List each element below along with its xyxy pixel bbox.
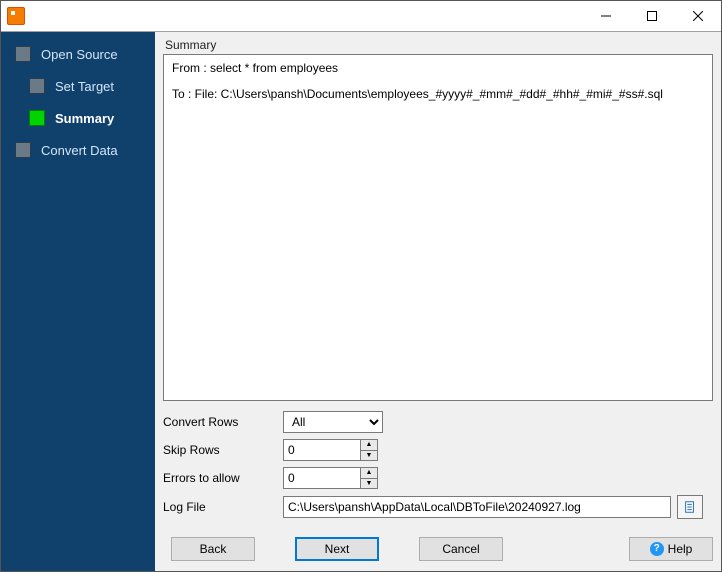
skip-rows-input[interactable]	[283, 439, 361, 461]
summary-from-line: From : select * from employees	[172, 61, 704, 75]
back-button[interactable]: Back	[171, 537, 255, 561]
main-panel: Summary From : select * from employees T…	[155, 32, 721, 571]
errors-allow-row: Errors to allow ▲ ▼	[163, 467, 713, 489]
step-indicator-icon	[15, 46, 31, 62]
close-icon	[693, 11, 703, 21]
step-label: Set Target	[55, 79, 114, 94]
step-summary[interactable]: Summary	[1, 106, 155, 130]
window-controls	[583, 1, 721, 31]
step-label: Summary	[55, 111, 114, 126]
help-button[interactable]: ? Help	[629, 537, 713, 561]
errors-allow-input[interactable]	[283, 467, 361, 489]
body: Open Source Set Target Summary Convert D…	[1, 31, 721, 571]
maximize-icon	[647, 11, 657, 21]
help-icon: ?	[650, 542, 664, 556]
skip-rows-row: Skip Rows ▲ ▼	[163, 439, 713, 461]
wizard-sidebar: Open Source Set Target Summary Convert D…	[1, 32, 155, 571]
minimize-icon	[601, 11, 611, 21]
log-file-row: Log File	[163, 495, 713, 519]
errors-allow-stepper: ▲ ▼	[283, 467, 378, 489]
step-open-source[interactable]: Open Source	[1, 42, 155, 66]
spin-down-icon[interactable]: ▼	[361, 479, 377, 489]
close-button[interactable]	[675, 1, 721, 31]
maximize-button[interactable]	[629, 1, 675, 31]
convert-rows-row: Convert Rows All	[163, 411, 713, 433]
skip-rows-label: Skip Rows	[163, 443, 283, 457]
convert-rows-label: Convert Rows	[163, 415, 283, 429]
cancel-button[interactable]: Cancel	[419, 537, 503, 561]
spin-up-icon[interactable]: ▲	[361, 440, 377, 451]
step-convert-data[interactable]: Convert Data	[1, 138, 155, 162]
skip-rows-stepper: ▲ ▼	[283, 439, 378, 461]
section-title: Summary	[163, 38, 713, 52]
step-indicator-icon	[29, 110, 45, 126]
spin-up-icon[interactable]: ▲	[361, 468, 377, 479]
step-label: Convert Data	[41, 143, 118, 158]
step-label: Open Source	[41, 47, 118, 62]
summary-to-line: To : File: C:\Users\pansh\Documents\empl…	[172, 87, 704, 101]
app-icon	[7, 7, 25, 25]
log-file-input[interactable]	[283, 496, 671, 518]
document-icon	[683, 500, 697, 514]
app-window: Open Source Set Target Summary Convert D…	[0, 0, 722, 572]
log-file-browse-button[interactable]	[677, 495, 703, 519]
errors-allow-label: Errors to allow	[163, 471, 283, 485]
titlebar	[1, 1, 721, 31]
spin-down-icon[interactable]: ▼	[361, 451, 377, 461]
minimize-button[interactable]	[583, 1, 629, 31]
summary-textarea[interactable]: From : select * from employees To : File…	[163, 54, 713, 401]
next-button[interactable]: Next	[295, 537, 379, 561]
log-file-label: Log File	[163, 500, 283, 514]
button-bar: Back Next Cancel ? Help	[163, 535, 713, 563]
step-set-target[interactable]: Set Target	[1, 74, 155, 98]
step-indicator-icon	[29, 78, 45, 94]
options-form: Convert Rows All Skip Rows ▲ ▼	[163, 411, 713, 525]
convert-rows-select[interactable]: All	[283, 411, 383, 433]
step-indicator-icon	[15, 142, 31, 158]
